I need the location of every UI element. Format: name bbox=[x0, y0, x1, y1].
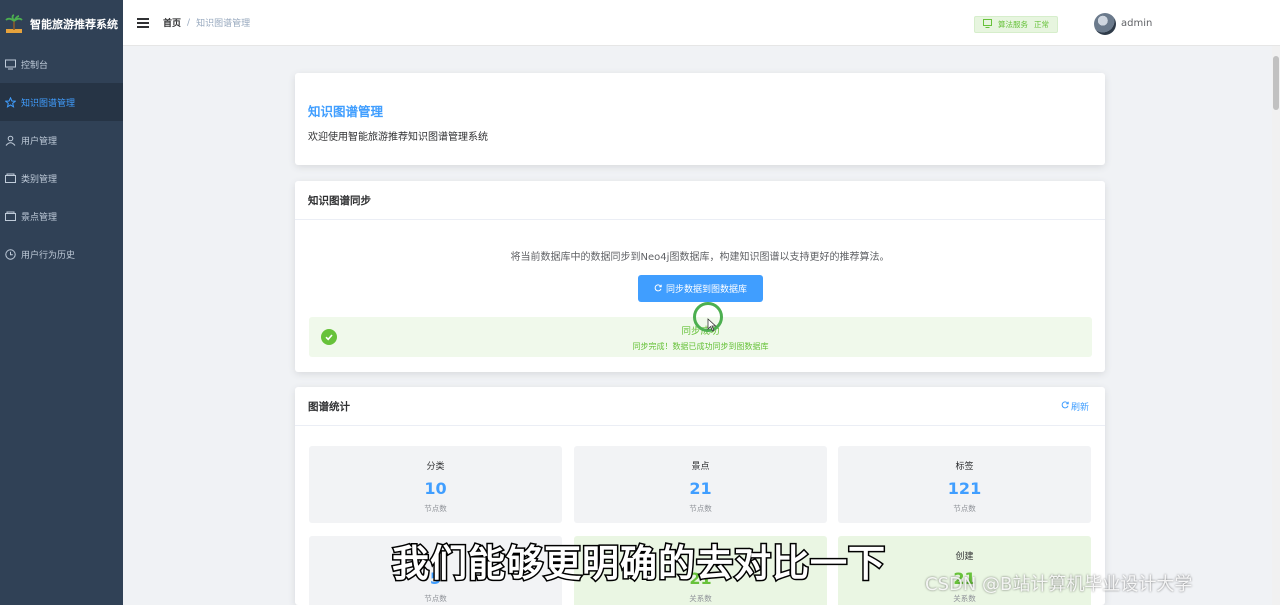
stat-unit: 节点数 bbox=[424, 594, 447, 603]
sidebar-item-attractions[interactable]: 景点管理 bbox=[0, 197, 123, 235]
breadcrumb: 首页 / 知识图谱管理 bbox=[163, 16, 251, 30]
monitor-icon bbox=[5, 59, 16, 70]
stat-unit: 节点数 bbox=[689, 504, 712, 513]
refresh-icon bbox=[654, 283, 662, 294]
sidebar-item-label: 知识图谱管理 bbox=[21, 98, 76, 109]
refresh-label: 刷新 bbox=[1070, 403, 1089, 413]
video-subtitle: 我们能够更明确的去对比一下 bbox=[391, 541, 887, 587]
breadcrumb-separator: / bbox=[187, 17, 191, 28]
stat-label: 标签 bbox=[955, 462, 974, 472]
page-title: 知识图谱管理 bbox=[308, 104, 384, 119]
stat-value: 10 bbox=[424, 479, 447, 498]
stat-value: 21 bbox=[689, 479, 712, 498]
breadcrumb-current: 知识图谱管理 bbox=[196, 19, 251, 29]
watermark: CSDN @B站计算机毕业设计大学 bbox=[925, 574, 1193, 595]
user-icon bbox=[5, 135, 16, 146]
algo-service-status-badge: 算法服务 正常 bbox=[974, 16, 1058, 33]
sidebar-item-users[interactable]: 用户管理 bbox=[0, 121, 123, 159]
star-icon bbox=[5, 96, 16, 108]
scrollbar-thumb[interactable] bbox=[1273, 56, 1279, 110]
app-title: 智能旅游推荐系统 bbox=[30, 18, 118, 31]
refresh-icon bbox=[1061, 401, 1069, 412]
sidebar-item-label: 用户行为历史 bbox=[21, 250, 76, 261]
stat-unit: 节点数 bbox=[953, 504, 976, 513]
avatar[interactable] bbox=[1094, 13, 1116, 35]
sidebar-item-categories[interactable]: 类别管理 bbox=[0, 159, 123, 197]
sidebar-item-label: 景点管理 bbox=[21, 212, 58, 223]
stats-card-title: 图谱统计 bbox=[295, 387, 1105, 426]
sidebar-item-knowledge-graph[interactable]: 知识图谱管理 bbox=[0, 83, 123, 121]
monitor-icon bbox=[983, 19, 992, 30]
stat-card-attraction: 景点 21 节点数 bbox=[574, 446, 827, 523]
page-subtitle: 欢迎使用智能旅游推荐知识图谱管理系统 bbox=[308, 132, 488, 143]
algo-service-label: 算法服务 bbox=[998, 20, 1028, 29]
sync-description: 将当前数据库中的数据同步到Neo4j图数据库，构建知识图谱以支持更好的推荐算法。 bbox=[510, 252, 890, 263]
sync-button-label: 同步数据到图数据库 bbox=[665, 284, 747, 294]
stat-label: 景点 bbox=[691, 462, 710, 472]
stat-label: 分类 bbox=[426, 462, 445, 472]
folder-icon bbox=[5, 173, 16, 184]
breadcrumb-home[interactable]: 首页 bbox=[163, 16, 181, 29]
clock-icon bbox=[5, 248, 16, 260]
sync-to-graph-button[interactable]: 同步数据到图数据库 bbox=[638, 275, 763, 302]
page-scrollbar[interactable] bbox=[1272, 46, 1280, 605]
palm-tree-logo-icon bbox=[4, 14, 24, 34]
stat-unit: 关系数 bbox=[689, 594, 712, 603]
algo-service-status: 正常 bbox=[1034, 20, 1049, 29]
sidebar-item-dashboard[interactable]: 控制台 bbox=[0, 45, 123, 83]
sync-card-title: 知识图谱同步 bbox=[295, 181, 1105, 220]
sidebar-item-label: 类别管理 bbox=[21, 174, 58, 185]
sidebar-item-label: 控制台 bbox=[21, 60, 49, 71]
username[interactable]: admin bbox=[1121, 18, 1152, 29]
stat-unit: 节点数 bbox=[424, 504, 447, 513]
intro-card: 知识图谱管理 欢迎使用智能旅游推荐知识图谱管理系统 bbox=[295, 73, 1105, 165]
hamburger-menu-icon[interactable] bbox=[137, 17, 149, 28]
folder-icon bbox=[5, 211, 16, 222]
refresh-button[interactable]: 刷新 bbox=[1061, 400, 1089, 413]
sidebar-item-behavior-history[interactable]: 用户行为历史 bbox=[0, 235, 123, 273]
mouse-pointer-icon bbox=[707, 317, 717, 336]
sidebar-item-label: 用户管理 bbox=[21, 136, 58, 147]
stat-card-category: 分类 10 节点数 bbox=[309, 446, 562, 523]
brand[interactable]: 智能旅游推荐系统 bbox=[0, 0, 123, 48]
stat-value: 121 bbox=[947, 479, 982, 498]
alert-description: 同步完成！数据已成功同步到图数据库 bbox=[632, 342, 769, 351]
sync-card: 知识图谱同步 将当前数据库中的数据同步到Neo4j图数据库，构建知识图谱以支持更… bbox=[295, 181, 1105, 372]
stat-card-tag: 标签 121 节点数 bbox=[838, 446, 1091, 523]
sidebar: 智能旅游推荐系统 控制台 知识图谱管理 用户管理 类别管理 景点管理 用户行为历… bbox=[0, 0, 123, 605]
